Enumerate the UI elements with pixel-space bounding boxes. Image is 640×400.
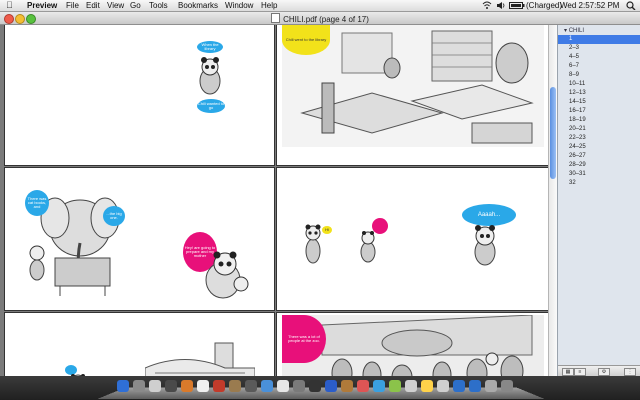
iphoto-icon[interactable]	[245, 380, 257, 392]
window-title: CHILI.pdf (page 4 of 17)	[0, 13, 640, 24]
resize-handle[interactable]: ⋮	[624, 368, 636, 376]
panda-illustration	[305, 224, 321, 264]
terminal-icon[interactable]	[309, 380, 321, 392]
outline-item[interactable]: 30–31	[558, 170, 640, 179]
vertical-scrollbar[interactable]	[548, 25, 557, 376]
battery-icon[interactable]	[509, 2, 525, 9]
outline-item[interactable]: 28–29	[558, 161, 640, 170]
speech-bubble: Chili wanted to go	[197, 99, 225, 113]
address-book-icon[interactable]	[197, 380, 209, 392]
notes-icon[interactable]	[405, 380, 417, 392]
outline-title: CHILI	[568, 28, 585, 34]
folder-icon[interactable]	[469, 380, 481, 392]
panda-illustration	[360, 231, 376, 263]
ical-icon[interactable]	[165, 380, 177, 392]
outline-item[interactable]: 14–15	[558, 98, 640, 107]
outline-item[interactable]: 20–21	[558, 125, 640, 134]
folder-icon[interactable]	[341, 380, 353, 392]
speech-bubble: Chili went to the library	[282, 25, 330, 55]
outline-item[interactable]: 8–9	[558, 71, 640, 80]
outline-item[interactable]: 1	[558, 35, 640, 44]
outline-item[interactable]: 16–17	[558, 107, 640, 116]
building-illustration	[145, 342, 255, 376]
outline-item[interactable]: 2–3	[558, 44, 640, 53]
spotlight-icon[interactable]	[626, 1, 636, 10]
speech-bubble: When the library	[197, 41, 223, 53]
speech-bubble: Hi	[322, 226, 332, 234]
speech-bubble: There was a lot of people at the zoo.	[282, 315, 326, 363]
panda-illustration	[474, 225, 496, 266]
outline-item[interactable]: 6–7	[558, 62, 640, 71]
doc-icon[interactable]	[437, 380, 449, 392]
clock[interactable]: Wed 2:57:52 PM	[560, 0, 619, 11]
document-view[interactable]: When the library Chili wanted to go Chil…	[0, 25, 556, 376]
document-icon	[271, 13, 281, 23]
wifi-icon[interactable]	[482, 1, 492, 10]
menu-window[interactable]: Window	[225, 0, 253, 11]
sidebar: ▾ CHILI 1 2–3 4–5 6–7 8–9 10–11 12–13 14–15 16–1…	[557, 25, 640, 376]
outline-item[interactable]: 4–5	[558, 53, 640, 62]
volume-icon[interactable]	[496, 1, 506, 10]
preview-window: CHILI.pdf (page 4 of 17) When the librar…	[0, 12, 640, 376]
outline-item[interactable]: 10–11	[558, 80, 640, 89]
menu-bookmarks[interactable]: Bookmarks	[178, 0, 218, 11]
battery-status: (Charged)	[526, 1, 563, 10]
panda-illustration	[199, 57, 221, 95]
menu-file[interactable]: File	[66, 0, 79, 11]
folder-icon[interactable]	[453, 380, 465, 392]
sidebar-footer: ▦ ≡ ⚙ ⋮	[558, 365, 640, 376]
outline-item[interactable]: 26–27	[558, 152, 640, 161]
photoshop-icon[interactable]	[325, 380, 337, 392]
outline-header[interactable]: ▾ CHILI	[558, 25, 640, 35]
outline-item[interactable]: 22–23	[558, 134, 640, 143]
trash-icon[interactable]	[485, 380, 497, 392]
page-thumbnail[interactable]: There was cat books, and ...the big one.…	[5, 168, 274, 310]
page-thumbnail[interactable]: When the library Chili wanted to go	[5, 25, 274, 165]
preview-icon[interactable]	[181, 380, 193, 392]
panda-illustration	[205, 251, 249, 299]
page-thumbnail[interactable]: There was a lot of people at the zoo.	[277, 313, 548, 376]
speech-bubble: ...the big one.	[103, 206, 125, 226]
app-icon[interactable]	[357, 380, 369, 392]
music-icon[interactable]	[389, 380, 401, 392]
menu-go[interactable]: Go	[130, 0, 141, 11]
thumbnail-view-button[interactable]: ▦	[562, 368, 574, 376]
stickies-icon[interactable]	[421, 380, 433, 392]
title-bar: CHILI.pdf (page 4 of 17)	[0, 12, 640, 25]
speech-bubble: There was cat books, and	[25, 190, 49, 216]
outline-item[interactable]: 32	[558, 179, 640, 188]
gear-icon[interactable]: ⚙	[598, 368, 610, 376]
dashboard-icon[interactable]	[133, 380, 145, 392]
page-thumbnail[interactable]: Chili went to the library	[277, 25, 548, 165]
window-title-text: CHILI.pdf (page 4 of 17)	[283, 15, 369, 24]
apple-icon[interactable]: 	[6, 0, 13, 11]
page-thumbnail[interactable]: Hi Aaaah...	[277, 168, 548, 310]
desktop-background	[0, 376, 640, 400]
outline-item[interactable]: 12–13	[558, 89, 640, 98]
skype-icon[interactable]	[373, 380, 385, 392]
mail-icon[interactable]	[149, 380, 161, 392]
timemachine-icon[interactable]	[293, 380, 305, 392]
itunes-icon[interactable]	[229, 380, 241, 392]
outline-item[interactable]: 18–19	[558, 116, 640, 125]
menu-tools[interactable]: Tools	[149, 0, 168, 11]
page-thumbnail[interactable]	[5, 313, 274, 376]
safari-icon[interactable]	[261, 380, 273, 392]
list-view-button[interactable]: ≡	[574, 368, 586, 376]
scrollbar-thumb[interactable]	[550, 87, 556, 179]
menu-app-preview[interactable]: Preview	[27, 0, 57, 11]
menu-bar:  Preview File Edit View Go Tools Bookma…	[0, 0, 640, 12]
trash-icon[interactable]	[501, 380, 513, 392]
outline-item[interactable]: 24–25	[558, 143, 640, 152]
menu-help[interactable]: Help	[261, 0, 277, 11]
system-prefs-icon[interactable]	[277, 380, 289, 392]
calendar-icon[interactable]	[213, 380, 225, 392]
menu-edit[interactable]: Edit	[86, 0, 100, 11]
menu-view[interactable]: View	[107, 0, 124, 11]
finder-icon[interactable]	[117, 380, 129, 392]
